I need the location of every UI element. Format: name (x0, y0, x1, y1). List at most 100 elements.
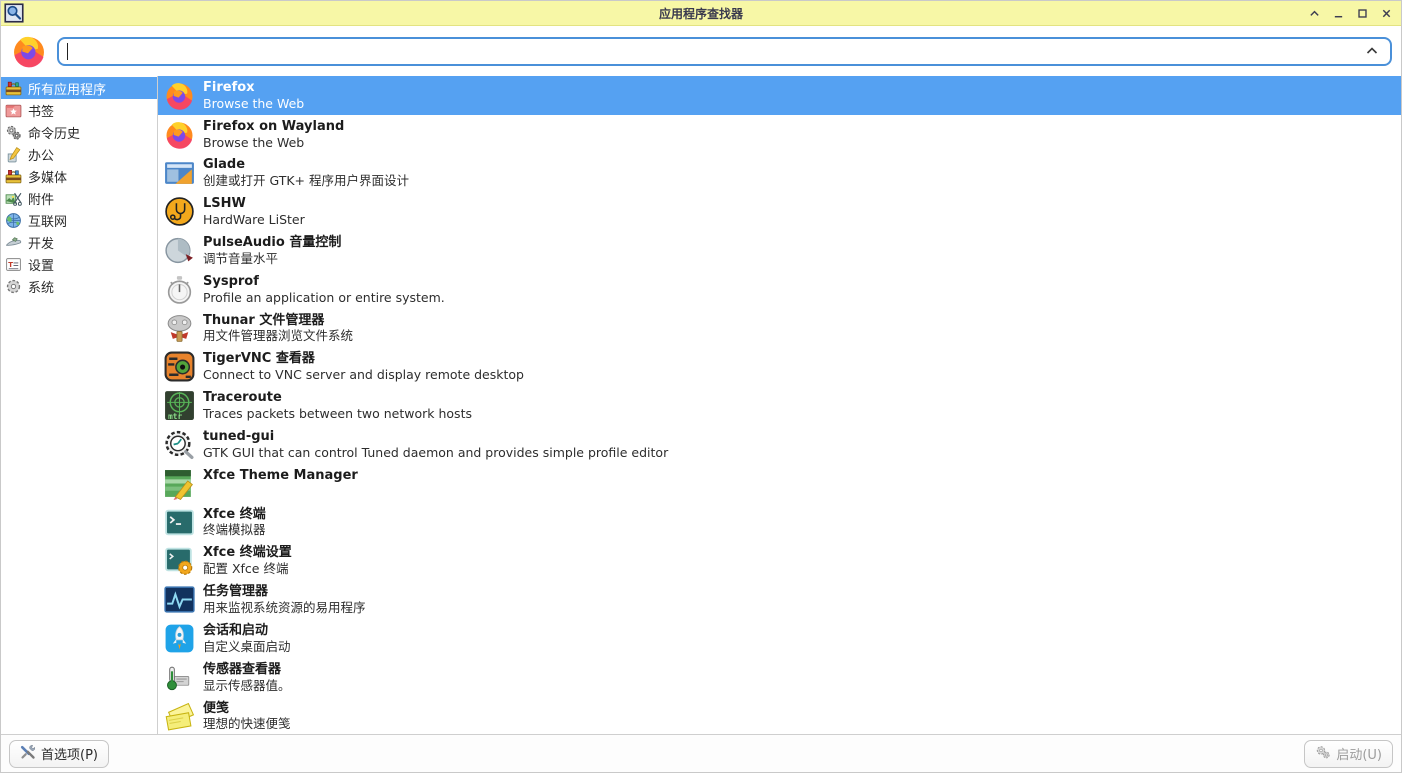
sidebar-item-label: 附件 (28, 189, 54, 208)
app-row-text: 任务管理器用来监视系统资源的易用程序 (203, 584, 366, 615)
xfce-theme-manager-icon (162, 466, 196, 500)
app-row-xfce-terminal[interactable]: Xfce 终端终端模拟器 (158, 503, 1401, 542)
bookmarks-folder-icon (5, 102, 22, 119)
firefox-icon (162, 117, 196, 151)
chevron-up-icon[interactable] (1362, 41, 1382, 61)
app-row-xfce-theme-manager[interactable]: Xfce Theme Manager (158, 464, 1401, 503)
app-name: Xfce 终端 (203, 507, 266, 523)
application-finder-window: 应用程序查找器 所有应用程序书签命令历史办公 (0, 0, 1402, 773)
all-applications-icon (5, 80, 22, 97)
app-row-text: Xfce Theme Manager (203, 468, 358, 499)
app-name: TigerVNC 查看器 (203, 351, 524, 367)
preferences-button[interactable]: 首选项(P) (9, 740, 109, 768)
sidebar-item-label: 互联网 (28, 211, 67, 230)
app-name: Xfce Theme Manager (203, 468, 358, 484)
titlebar[interactable]: 应用程序查找器 (1, 1, 1401, 26)
sidebar-item-accessories[interactable]: 附件 (1, 187, 157, 209)
sidebar-item-label: 书签 (28, 101, 54, 120)
app-finder-window-icon[interactable] (4, 3, 24, 23)
app-row-tigervnc-viewer[interactable]: TigerVNC 查看器Connect to VNC server and di… (158, 348, 1401, 387)
app-description: 调节音量水平 (203, 251, 341, 266)
app-row-firefox-on-wayland[interactable]: Firefox on WaylandBrowse the Web (158, 115, 1401, 154)
app-name: Sysprof (203, 274, 445, 290)
app-description: 自定义桌面启动 (203, 639, 291, 654)
minimize-button[interactable] (1332, 7, 1345, 20)
app-row-firefox[interactable]: FirefoxBrowse the Web (158, 76, 1401, 115)
development-icon (5, 234, 22, 251)
app-description: 终端模拟器 (203, 522, 266, 537)
sysprof-icon (162, 272, 196, 306)
task-manager-icon (162, 583, 196, 617)
session-startup-icon (162, 622, 196, 656)
app-row-text: 传感器查看器显示传感器值。 (203, 662, 291, 693)
app-row-traceroute[interactable]: mtrTracerouteTraces packets between two … (158, 386, 1401, 425)
app-row-text: Thunar 文件管理器用文件管理器浏览文件系统 (203, 313, 353, 344)
system-gear-icon (5, 278, 22, 295)
search-input[interactable] (68, 39, 1362, 64)
app-row-text: PulseAudio 音量控制调节音量水平 (203, 235, 341, 266)
app-name: Traceroute (203, 390, 472, 406)
sidebar-item-settings[interactable]: T设置 (1, 253, 157, 275)
sidebar-item-label: 多媒体 (28, 167, 67, 186)
app-row-task-manager[interactable]: 任务管理器用来监视系统资源的易用程序 (158, 580, 1401, 619)
app-row-text: FirefoxBrowse the Web (203, 80, 304, 111)
thunar-icon (162, 311, 196, 345)
svg-text:T: T (8, 261, 13, 269)
app-name: Xfce 终端设置 (203, 545, 292, 561)
app-row-session-and-startup[interactable]: 会话和启动自定义桌面启动 (158, 619, 1401, 658)
app-name: Firefox on Wayland (203, 119, 344, 135)
command-history-icon (5, 124, 22, 141)
app-description: 创建或打开 GTK+ 程序用户界面设计 (203, 173, 409, 188)
app-description: 理想的快速便笺 (203, 716, 291, 731)
launch-button[interactable]: 启动(U) (1304, 740, 1393, 768)
internet-globe-icon (5, 212, 22, 229)
app-description: Connect to VNC server and display remote… (203, 367, 524, 382)
app-description: 配置 Xfce 终端 (203, 561, 292, 576)
window-controls (1308, 7, 1393, 20)
app-row-text: Firefox on WaylandBrowse the Web (203, 119, 344, 150)
settings-icon: T (5, 256, 22, 273)
shade-button[interactable] (1308, 7, 1321, 20)
app-description: Browse the Web (203, 96, 304, 111)
launch-button-label: 启动(U) (1336, 744, 1382, 763)
app-row-text: Glade创建或打开 GTK+ 程序用户界面设计 (203, 157, 409, 188)
sidebar-item-system[interactable]: 系统 (1, 275, 157, 297)
sidebar-item-label: 所有应用程序 (28, 79, 106, 98)
app-row-text: Xfce 终端设置配置 Xfce 终端 (203, 545, 292, 576)
sidebar-item-bookmarks[interactable]: 书签 (1, 99, 157, 121)
app-row-sensor-viewer[interactable]: 传感器查看器显示传感器值。 (158, 658, 1401, 697)
app-row-thunar-file-manager[interactable]: Thunar 文件管理器用文件管理器浏览文件系统 (158, 309, 1401, 348)
search-field[interactable] (57, 37, 1392, 66)
preferences-tools-icon (20, 744, 36, 764)
sidebar-item-multimedia[interactable]: 多媒体 (1, 165, 157, 187)
app-row-text: tuned-guiGTK GUI that can control Tuned … (203, 429, 668, 460)
app-row-glade[interactable]: Glade创建或打开 GTK+ 程序用户界面设计 (158, 154, 1401, 193)
xfce-terminal-settings-icon (162, 544, 196, 578)
app-row-sysprof[interactable]: SysprofProfile an application or entire … (158, 270, 1401, 309)
app-name: 任务管理器 (203, 584, 366, 600)
app-row-notes[interactable]: 便笺理想的快速便笺 (158, 697, 1401, 734)
app-name: LSHW (203, 196, 305, 212)
sidebar-item-label: 开发 (28, 233, 54, 252)
sidebar-item-all-applications[interactable]: 所有应用程序 (1, 77, 157, 99)
app-row-tuned-gui[interactable]: tuned-guiGTK GUI that can control Tuned … (158, 425, 1401, 464)
maximize-button[interactable] (1356, 7, 1369, 20)
window-title: 应用程序查找器 (1, 5, 1401, 22)
app-row-lshw[interactable]: LSHWHardWare LiSter (158, 192, 1401, 231)
application-list: FirefoxBrowse the WebFirefox on WaylandB… (158, 76, 1401, 734)
app-name: 传感器查看器 (203, 662, 291, 678)
app-row-text: Xfce 终端终端模拟器 (203, 507, 266, 538)
close-button[interactable] (1380, 7, 1393, 20)
app-row-xfce-terminal-settings[interactable]: Xfce 终端设置配置 Xfce 终端 (158, 542, 1401, 581)
sidebar-item-label: 系统 (28, 277, 54, 296)
sidebar-item-development[interactable]: 开发 (1, 231, 157, 253)
sidebar-item-command-history[interactable]: 命令历史 (1, 121, 157, 143)
app-row-text: 会话和启动自定义桌面启动 (203, 623, 291, 654)
svg-text:mtr: mtr (168, 412, 182, 421)
sidebar-item-office[interactable]: 办公 (1, 143, 157, 165)
sidebar-item-internet[interactable]: 互联网 (1, 209, 157, 231)
app-row-text: TigerVNC 查看器Connect to VNC server and di… (203, 351, 524, 382)
firefox-result-icon (10, 32, 48, 70)
app-row-pulseaudio-volume-control[interactable]: PulseAudio 音量控制调节音量水平 (158, 231, 1401, 270)
footer-bar: 首选项(P) 启动(U) (1, 734, 1401, 772)
